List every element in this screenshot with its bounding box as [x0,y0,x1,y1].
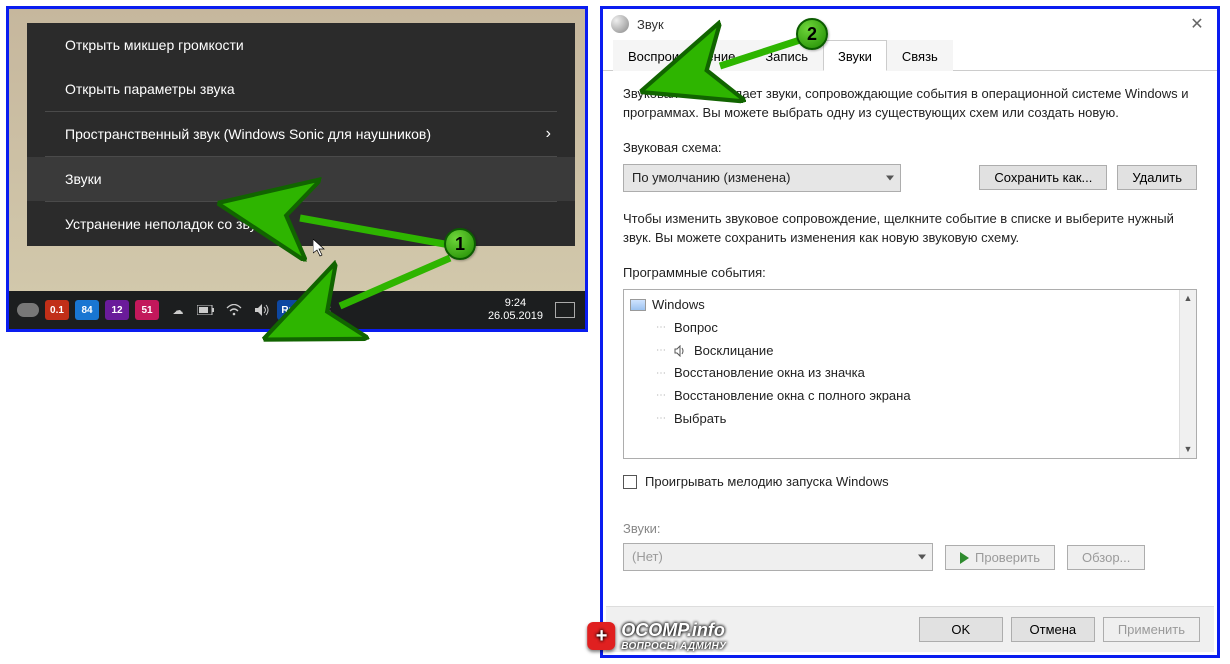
eye-icon[interactable] [17,303,39,317]
menu-open-sound-settings[interactable]: Открыть параметры звука [27,67,575,111]
change-hint: Чтобы изменить звуковое сопровождение, щ… [623,210,1197,248]
left-panel: Открыть микшер громкости Открыть парамет… [6,6,588,332]
play-startup-checkbox[interactable] [623,475,637,489]
taskbar-badge[interactable]: 12 [105,300,129,320]
speaker-icon [674,345,686,357]
battery-icon[interactable] [197,303,215,317]
dot-icon: ⋯ [656,412,666,427]
test-button: Проверить [945,545,1055,570]
notifications-icon[interactable] [555,302,575,318]
tray-context-menu: Открыть микшер громкости Открыть парамет… [27,23,575,246]
dialog-title: Звук [637,17,1181,32]
events-listbox[interactable]: Windows ⋯ Вопрос ⋯ Восклицание ⋯ Восстан… [623,289,1197,459]
events-root[interactable]: Windows [630,294,1178,317]
sounds-label: Звуки: [623,520,1197,539]
scroll-up-icon[interactable]: ▲ [1180,290,1196,307]
taskbar-badge[interactable]: 84 [75,300,99,320]
dialog-tabs: Воспроизведение Запись Звуки Связь [603,39,1217,71]
sound-title-icon [611,15,629,33]
taskbar-badge[interactable]: 51 [135,300,159,320]
event-item[interactable]: ⋯ Восстановление окна из значка [630,362,1178,385]
menu-open-mixer[interactable]: Открыть микшер громкости [27,23,575,67]
scheme-description: Звуковая схема задает звуки, сопровождаю… [623,85,1197,123]
sound-dialog: Звук ✕ Воспроизведение Запись Звуки Связ… [600,6,1220,658]
events-scrollbar[interactable]: ▲ ▼ [1179,290,1196,458]
apply-button: Применить [1103,617,1200,642]
scheme-combo[interactable]: По умолчанию (изменена) [623,164,901,193]
tab-recording[interactable]: Запись [750,40,823,71]
taskbar-badge[interactable]: 0.1 [45,300,69,320]
windows-group-icon [630,299,646,311]
cancel-button[interactable]: Отмена [1011,617,1095,642]
dot-icon: ⋯ [656,344,666,359]
volume-icon[interactable] [253,303,271,317]
menu-spatial-sound-label: Пространственный звук (Windows Sonic для… [65,126,431,142]
taskbar: 0.1 84 12 51 ☁ Ru РУС 9:24 26.05.2019 [9,291,585,329]
dot-icon: ⋯ [656,389,666,404]
taskbar-clock[interactable]: 9:24 26.05.2019 [488,297,543,323]
tab-sounds[interactable]: Звуки [823,40,887,71]
save-as-button[interactable]: Сохранить как... [979,165,1107,190]
sound-combo: (Нет) [623,543,933,572]
dot-icon: ⋯ [656,321,666,336]
chevron-right-icon: › [546,125,551,143]
menu-sounds[interactable]: Звуки [27,157,575,201]
lang-icon[interactable]: Ru [277,300,299,320]
delete-button[interactable]: Удалить [1117,165,1197,190]
events-label: Программные события: [623,264,1197,283]
browse-button: Обзор... [1067,545,1145,570]
wifi-icon[interactable] [225,303,243,317]
event-item[interactable]: ⋯ Восстановление окна с полного экрана [630,385,1178,408]
cloud-icon[interactable]: ☁ [169,303,187,317]
event-item[interactable]: ⋯ Восклицание [630,340,1178,363]
tab-communications[interactable]: Связь [887,40,953,71]
watermark-icon: + [587,622,615,650]
dialog-titlebar[interactable]: Звук ✕ [603,9,1217,39]
dialog-body: Звуковая схема задает звуки, сопровождаю… [603,71,1217,571]
play-startup-label: Проигрывать мелодию запуска Windows [645,473,889,492]
close-button[interactable]: ✕ [1181,14,1213,34]
event-item[interactable]: ⋯ Выбрать [630,408,1178,431]
play-icon [960,552,969,564]
watermark: + OCOMP.info ВОПРОСЫ АДМИНУ [587,620,726,652]
scroll-down-icon[interactable]: ▼ [1180,441,1196,458]
menu-spatial-sound[interactable]: Пространственный звук (Windows Sonic для… [27,112,575,156]
menu-troubleshoot[interactable]: Устранение неполадок со звуком [27,202,575,246]
lang-label[interactable]: РУС [309,304,331,316]
scheme-label: Звуковая схема: [623,139,1197,158]
tab-playback[interactable]: Воспроизведение [613,40,750,71]
ok-button[interactable]: OK [919,617,1003,642]
dot-icon: ⋯ [656,367,666,382]
event-item[interactable]: ⋯ Вопрос [630,317,1178,340]
